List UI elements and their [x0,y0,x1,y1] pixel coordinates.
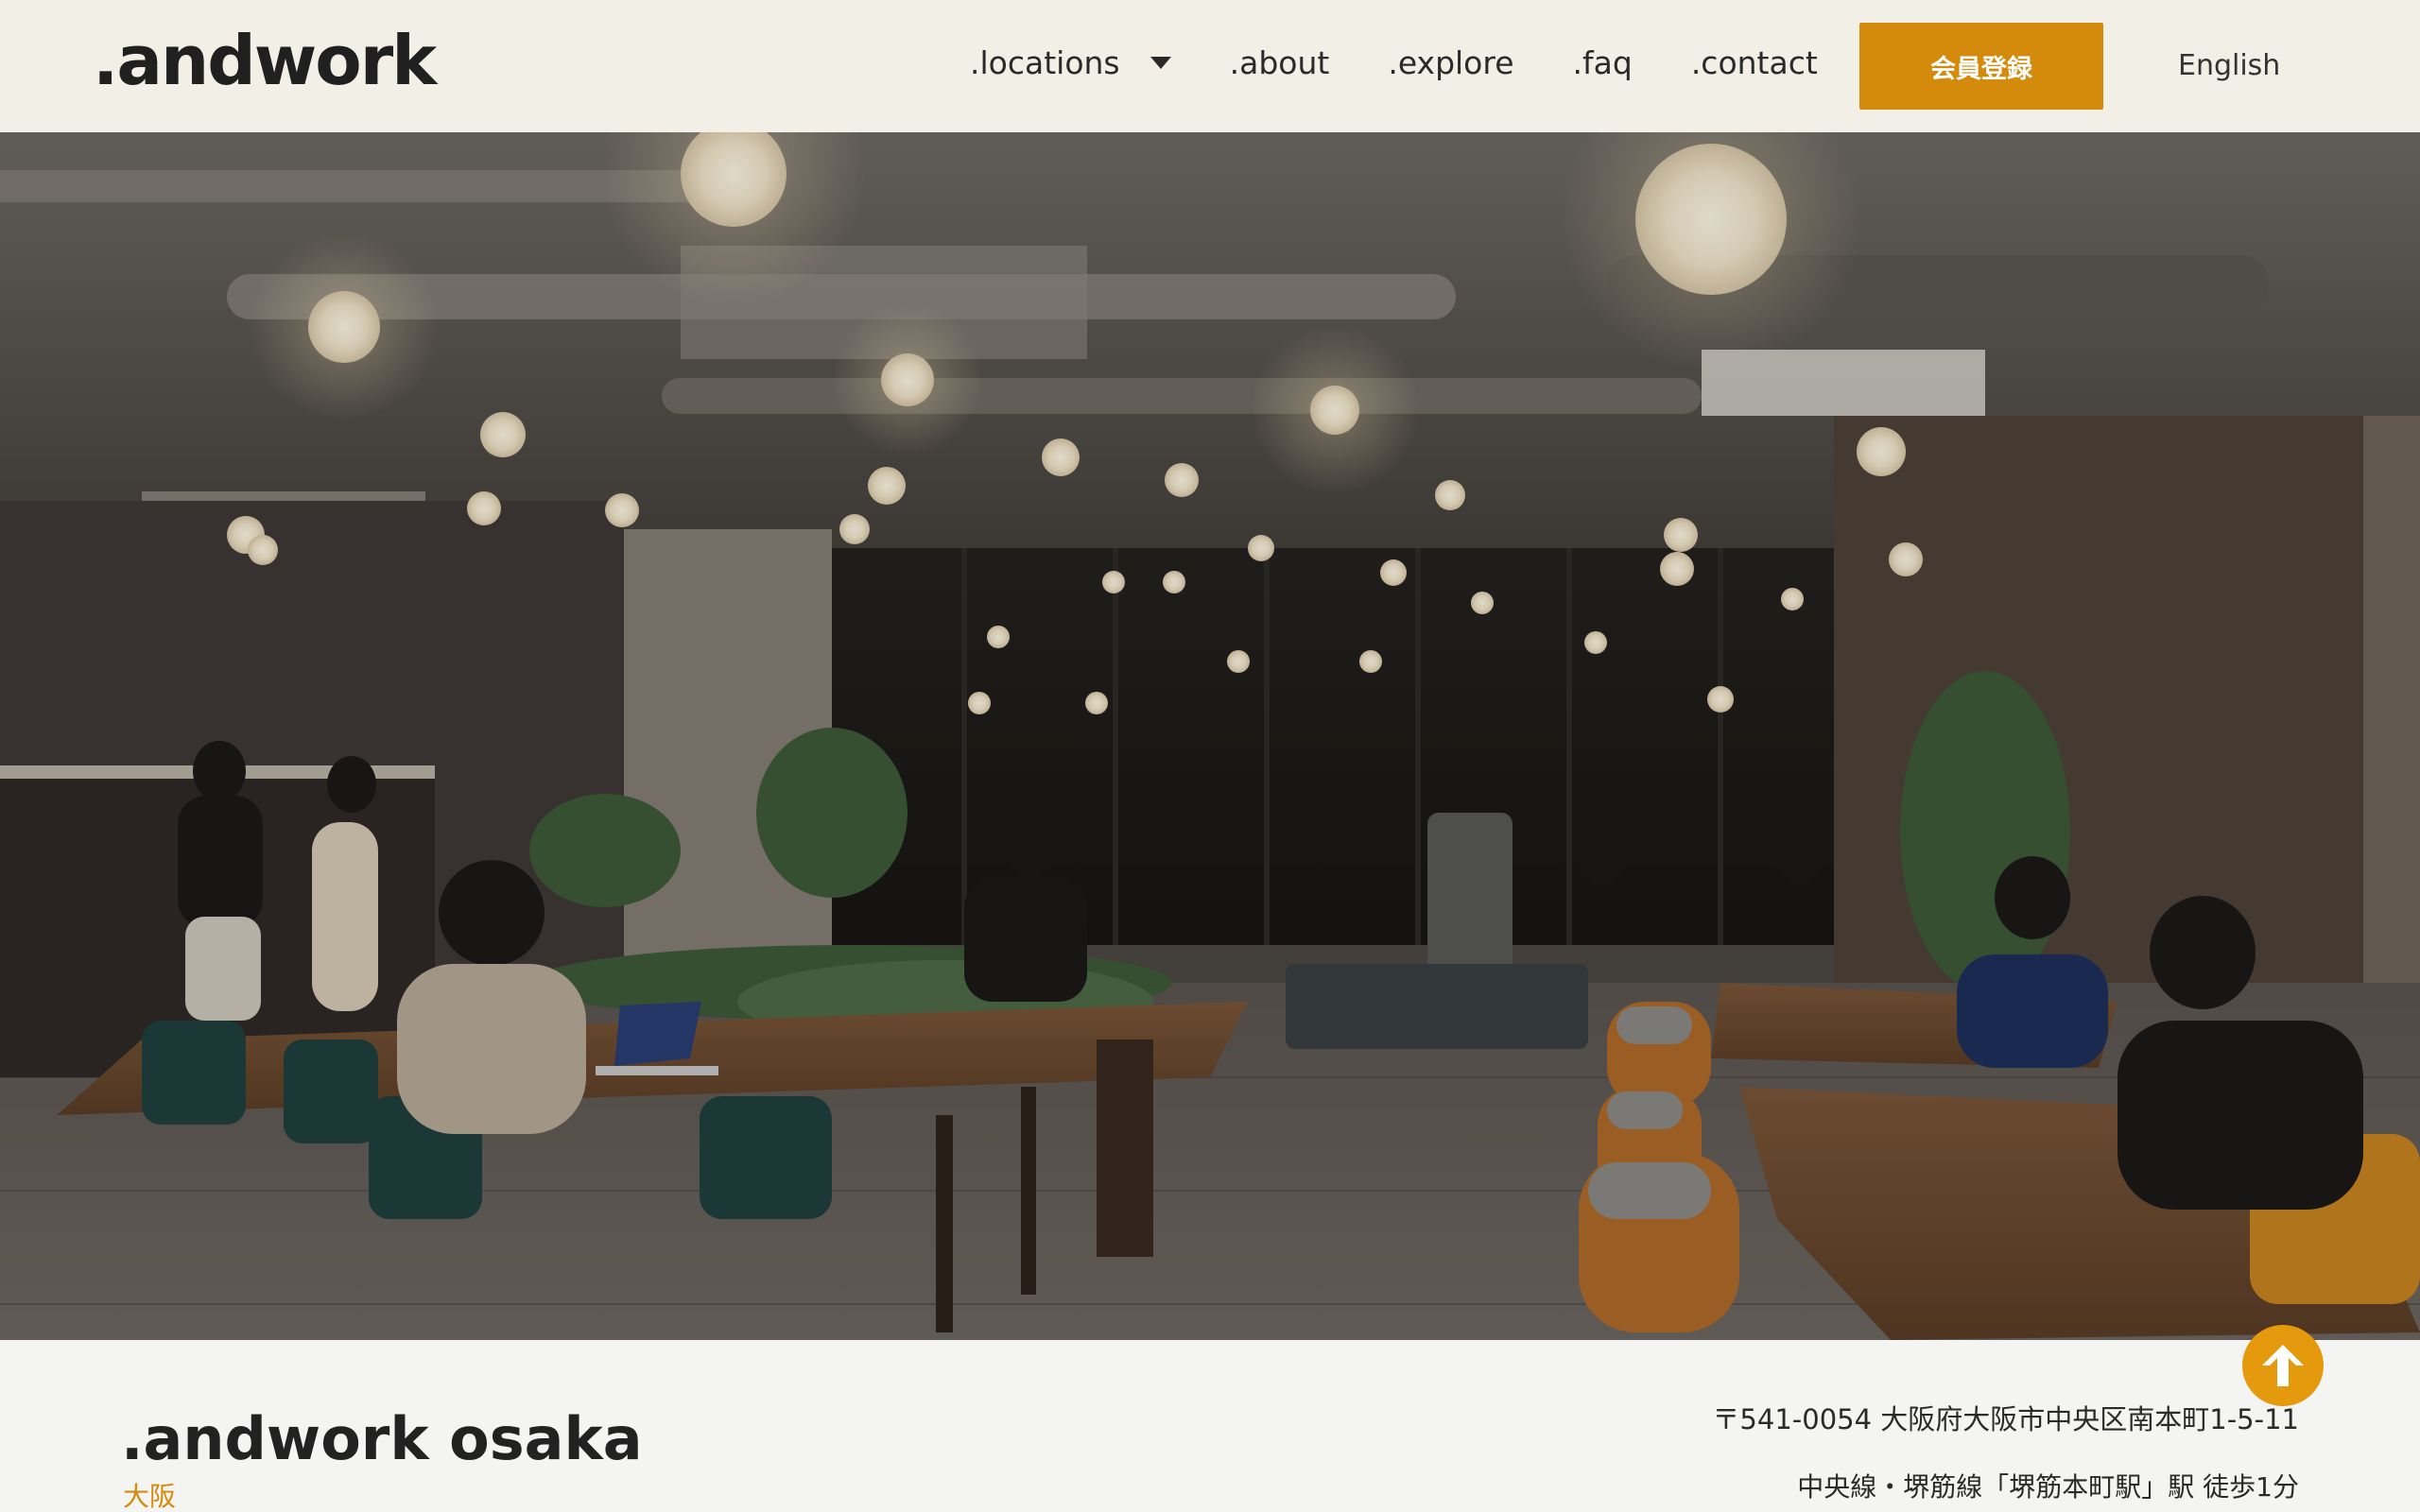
nav-contact[interactable]: .contact [1691,47,1818,78]
back-to-top-button[interactable] [2242,1325,2324,1406]
location-access: 中央線・堺筋線「堺筋本町駅」駅 徒歩1分 [1797,1471,2299,1503]
location-info: .andwork osaka 大阪 〒541-0054 大阪府大阪市中央区南本町… [0,1340,2420,1512]
nav-faq[interactable]: .faq [1573,47,1633,78]
signup-button[interactable]: 会員登録 [1859,23,2103,110]
location-title: .andwork osaka [121,1404,643,1473]
site-logo[interactable]: .andwork [93,26,437,94]
nav-locations-label: .locations [970,44,1120,81]
arrow-up-icon [2262,1345,2304,1386]
location-city[interactable]: 大阪 [123,1484,176,1510]
nav-explore[interactable]: .explore [1388,47,1513,78]
nav-locations[interactable]: .locations [970,47,1171,78]
coworking-lounge-photo [0,132,2420,1340]
location-address: 〒541-0054 大阪府大阪市中央区南本町1-5-11 [1712,1403,2299,1435]
hero-image [0,132,2420,1340]
main-nav: .locations .about .explore .faq .contact [970,47,1818,78]
chevron-down-icon [1150,57,1171,69]
site-header: .andwork .locations .about .explore .faq… [0,0,2420,132]
language-switch[interactable]: English [2178,49,2280,82]
nav-about[interactable]: .about [1230,47,1330,78]
